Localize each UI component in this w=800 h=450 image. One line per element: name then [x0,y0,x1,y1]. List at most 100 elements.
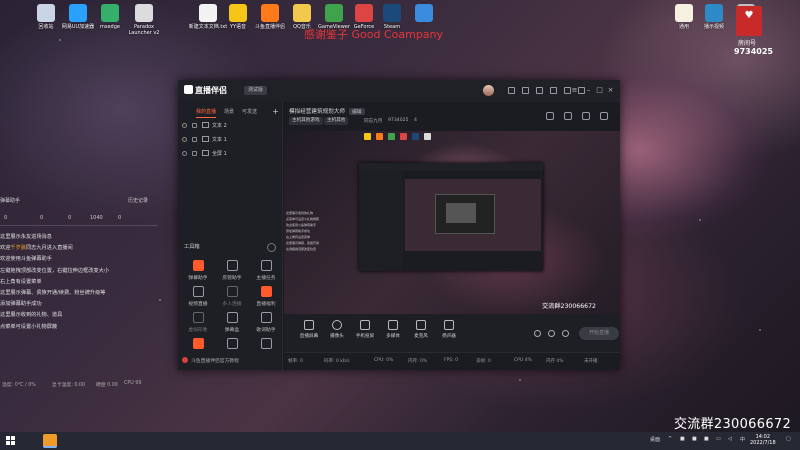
toolbox-item[interactable]: 直播福利 [250,286,282,307]
tool-icon [260,286,272,297]
eye-icon[interactable] [182,123,187,128]
menu-icon[interactable]: ≡ [570,85,579,95]
app-icon [412,133,419,140]
toolbox-item[interactable]: 主播任务 [250,260,282,281]
tab-sendable[interactable]: 可发送 [242,108,257,115]
room-title[interactable]: 模拟经营建筑规划大师 编辑 [289,107,365,115]
control-label: 手机投屏 [355,334,375,339]
app-icon [261,4,279,22]
start-live-button[interactable]: 开始直播 [579,327,619,340]
desktop-icon[interactable] [404,4,444,24]
clock[interactable]: 14:02 2022/7/18 [750,434,776,446]
maximize-button[interactable]: □ [595,85,604,95]
desktop-icon-label: 播示视频 [703,24,724,30]
control-button[interactable]: 麦克风 [408,320,434,339]
gear-icon[interactable] [562,330,569,337]
refresh-icon[interactable] [522,87,529,94]
scene-sidebar: 我的直播 场景 可发送 + 文本 2 文本 1 全屏 1 工具箱 弹幕助手 房管助… [178,102,283,370]
toolbox-item[interactable] [182,338,214,352]
gift-icon[interactable] [582,112,590,120]
toolbox-collapse-button[interactable] [267,243,276,252]
status-bar: 帧率: 0 码率: 0 kb/s CPU: 0% 内存: 0% FPS: 0 丢… [284,352,620,370]
lock-icon[interactable] [192,123,197,128]
tray-app-icon[interactable]: ■ [680,436,685,442]
source-item[interactable]: 文本 1 [182,134,280,146]
tray-chevron-icon[interactable]: ^ [668,436,672,442]
media-icon [388,320,398,330]
chat-message: 添加弹幕助手成功 [0,301,42,308]
network-icon[interactable]: ▭ [716,436,721,442]
control-button[interactable]: 扬声器 [436,320,462,339]
app-icon [135,4,153,22]
windows-start-icon[interactable] [6,436,16,446]
lock-icon[interactable] [192,137,197,142]
control-button[interactable]: 直播屏幕 [296,320,322,339]
category-tag[interactable]: 主机其他 [324,117,349,125]
tool-label: 主播任务 [256,276,276,281]
text-source-icon [202,136,209,142]
tool-icon [226,312,238,323]
monitor-icon[interactable] [536,87,543,94]
chat-message: 点菜单可设置小礼物屏蔽 [0,323,58,330]
nested-title-bar [359,163,543,171]
tutorial-link[interactable]: 斗鱼直播伴侣官方教程 [182,357,280,364]
avatar[interactable] [483,85,494,96]
tray-app-icon[interactable]: ■ [704,436,709,442]
control-button[interactable]: 手机投屏 [352,320,378,339]
desktop-icon[interactable]: Paradox Launcher v2 [124,4,164,36]
toolbox-item[interactable]: 虚拟形象 [182,312,214,333]
title-bar[interactable]: 直播伴侣 测试版 ≡ – □ × [178,80,620,102]
add-scene-button[interactable]: + [272,107,279,116]
category-tag[interactable]: 主机其他游戏 [289,117,323,125]
follower-count: 4 [414,118,417,123]
desktop-label[interactable]: 桌面 [650,436,660,443]
ime-icon[interactable]: 中 [740,436,745,443]
preview-chat-line: 左键拖拽顶部改变位置 [286,247,317,251]
lock-icon[interactable] [192,151,197,156]
toolbox-item[interactable]: 视频直播 [182,286,214,307]
danmu-chat-panel[interactable]: 弹幕助手 历史记录 0 0 0 1040 0 这里展示永友进场消息 欢迎千岁晨同志… [0,195,158,395]
minimize-button[interactable]: – [584,85,593,95]
toolbox-item[interactable]: 弹幕助手 [182,260,214,281]
notification-icon[interactable]: ▢ [786,436,791,442]
toolbox-item[interactable]: 多人连播 [216,286,248,307]
taskbar-app-douyu[interactable] [43,434,57,448]
eye-icon[interactable] [182,137,187,142]
share-icon[interactable] [546,112,554,120]
headset-icon[interactable] [508,87,515,94]
toolbox-item[interactable] [216,338,248,352]
tab-scene[interactable]: 场景 [224,108,234,115]
eye-icon[interactable] [182,151,187,156]
source-item[interactable]: 全屏 1 [182,148,280,160]
toolbox-item[interactable] [250,338,282,352]
record-icon[interactable] [534,330,541,337]
chat-history-link[interactable]: 历史记录 [128,197,148,204]
volume-icon[interactable]: ◁ [728,436,732,442]
control-button[interactable]: 多媒体 [380,320,406,339]
toolbox-item[interactable]: 歌词助手 [250,312,282,333]
control-button[interactable]: 摄像头 [324,320,350,339]
control-label: 麦克风 [414,334,428,339]
stat-value: 0 [4,215,8,221]
edit-button[interactable]: 编辑 [348,108,365,115]
tool-icon [260,338,272,349]
share-alt-icon[interactable] [600,112,608,120]
tool-label: 歌词助手 [256,328,276,333]
tool-icon [226,260,238,271]
toolbox-item[interactable]: 弹幕盒 [216,312,248,333]
clock-date: 2022/7/18 [750,440,776,446]
tool-icon [260,260,272,271]
source-item[interactable]: 文本 2 [182,120,280,132]
source-label: 全屏 1 [212,151,227,157]
eye-icon[interactable] [548,330,555,337]
capture-controls: 直播屏幕 摄像头 手机投屏 多媒体 麦克风 扬声器 开始直播 [284,314,620,352]
footer-stat: 温度: 0°C / 0% [2,383,36,388]
window-icon[interactable] [550,87,557,94]
close-button[interactable]: × [606,85,615,95]
toolbox-item[interactable]: 房管助手 [216,260,248,281]
settings-icon[interactable] [564,112,572,120]
tray-app-icon[interactable]: ■ [692,436,697,442]
tab-my-live[interactable]: 我的直播 [196,108,217,118]
tool-label: 多人连播 [222,302,242,307]
stream-preview[interactable]: 这里展示收到的礼物 点菜单可设置小礼物屏蔽 欢迎使用斗鱼弹幕助手 添加弹幕助手成功 右上… [284,131,620,314]
